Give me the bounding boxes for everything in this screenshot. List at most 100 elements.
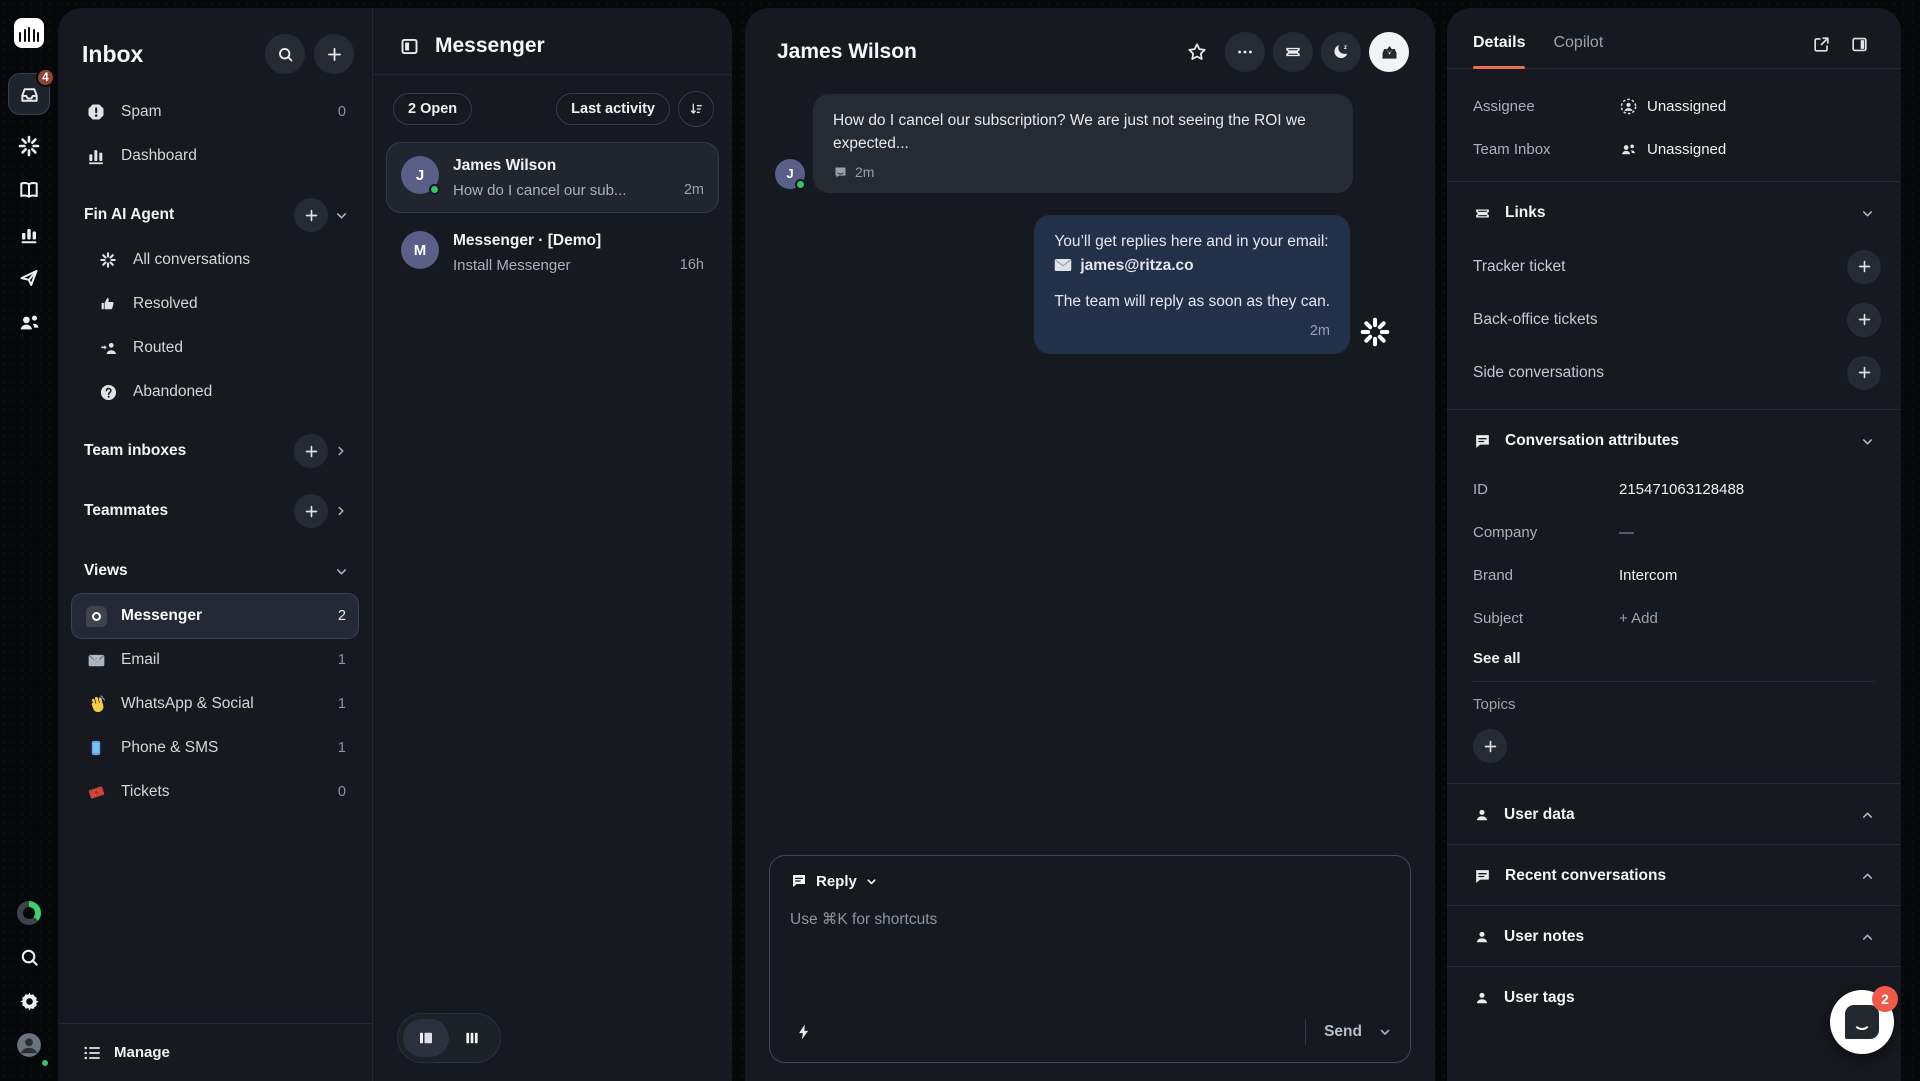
- add-subject-button[interactable]: + Add: [1619, 610, 1658, 627]
- open-filter-pill[interactable]: 2 Open: [393, 93, 472, 125]
- close-conversation-button[interactable]: [1369, 32, 1409, 72]
- shortcuts-lightning-button[interactable]: [788, 1016, 820, 1048]
- layout-split-option[interactable]: [403, 1019, 449, 1057]
- avatar: J: [401, 156, 439, 194]
- link-label: Back-office tickets: [1473, 311, 1841, 329]
- envelope-icon: [1054, 258, 1072, 272]
- plus-icon: [325, 45, 344, 64]
- rail-settings-button[interactable]: [9, 979, 49, 1023]
- sidebar-item-dashboard[interactable]: Dashboard: [72, 134, 358, 178]
- reply-composer[interactable]: Reply Use ⌘K for shortcuts Send: [769, 855, 1411, 1063]
- create-ticket-button[interactable]: [1273, 32, 1313, 72]
- sort-filter-pill[interactable]: Last activity: [556, 93, 670, 125]
- attribute-row-subject[interactable]: Subject + Add: [1447, 597, 1901, 640]
- user-data-section[interactable]: User data: [1447, 788, 1901, 842]
- conversation-row-messenger-demo[interactable]: M Messenger · [Demo] Install Messenger 1…: [387, 218, 718, 287]
- chevron-right-icon[interactable]: [328, 434, 354, 468]
- layout-columns-option[interactable]: [449, 1019, 495, 1057]
- rail-search-button[interactable]: [9, 935, 49, 979]
- section-title: Views: [84, 562, 328, 580]
- reply-bubble-icon: [790, 872, 808, 890]
- chevron-down-icon[interactable]: [1860, 206, 1875, 221]
- sidebar-search-button[interactable]: [265, 34, 305, 74]
- sidebar-view-tickets[interactable]: Tickets 0: [72, 770, 358, 814]
- chevron-down-icon[interactable]: [328, 198, 354, 232]
- sort-order-button[interactable]: [678, 91, 714, 127]
- svg-text:z: z: [1344, 44, 1347, 51]
- sidebar-view-messenger[interactable]: Messenger 2: [72, 594, 358, 638]
- reply-mode-label: Reply: [816, 873, 857, 890]
- sidebar-item-all-conversations[interactable]: All conversations: [72, 238, 358, 282]
- sidebar-item-spam[interactable]: Spam 0: [72, 90, 358, 134]
- sidebar-view-email[interactable]: E Email 1: [72, 638, 358, 682]
- field-value: Intercom: [1619, 567, 1677, 584]
- user-email: james@ritza.co: [1080, 254, 1193, 277]
- section-title: Recent conversations: [1505, 867, 1860, 885]
- reply-mode-selector[interactable]: Reply: [790, 872, 1390, 890]
- rail-inbox-button[interactable]: 4: [9, 74, 49, 114]
- contacts-people-icon: [17, 310, 42, 335]
- fin-add-button[interactable]: [294, 198, 328, 232]
- assignee-row[interactable]: Assignee Unassigned: [1447, 85, 1901, 128]
- rail-profile-button[interactable]: [9, 1023, 49, 1067]
- sidebar-new-button[interactable]: [314, 34, 354, 74]
- open-in-new-button[interactable]: [1805, 28, 1837, 60]
- message-text: You’ll get replies here and in your emai…: [1054, 230, 1330, 253]
- chevron-right-icon[interactable]: [328, 494, 354, 528]
- chevron-up-icon[interactable]: [1860, 930, 1875, 945]
- rail-outbound-button[interactable]: [9, 256, 49, 300]
- add-back-office-ticket-button[interactable]: [1847, 303, 1881, 337]
- conversation-row-james-wilson[interactable]: J James Wilson How do I cancel our sub..…: [387, 143, 718, 212]
- team-inboxes-add-button[interactable]: [294, 434, 328, 468]
- messenger-launcher-button[interactable]: 2: [1830, 990, 1894, 1054]
- conversation-preview: How do I cancel our sub...: [453, 182, 674, 199]
- intercom-logo-icon[interactable]: [14, 18, 44, 48]
- rail-fin-button[interactable]: [9, 124, 49, 168]
- sidebar-item-count: 0: [338, 104, 346, 120]
- tab-details[interactable]: Details: [1473, 28, 1525, 68]
- chevron-down-icon[interactable]: [1860, 434, 1875, 449]
- tab-copilot[interactable]: Copilot: [1553, 28, 1603, 68]
- more-options-button[interactable]: [1225, 32, 1265, 72]
- rail-usage-button[interactable]: [9, 891, 49, 935]
- links-ticket-icon: [1473, 204, 1492, 223]
- email-envelope-icon: E: [84, 650, 108, 671]
- sidebar-item-routed[interactable]: Routed: [72, 326, 358, 370]
- sidebar-view-whatsapp-social[interactable]: WhatsApp & Social 1: [72, 682, 358, 726]
- composer-input[interactable]: Use ⌘K for shortcuts: [790, 910, 1390, 929]
- user-message-bubble: How do I cancel our subscription? We are…: [813, 94, 1353, 193]
- thumbs-up-icon: [96, 295, 120, 313]
- conversation-bubble-icon: [1473, 867, 1492, 886]
- rail-contacts-button[interactable]: [9, 300, 49, 344]
- rail-reports-button[interactable]: [9, 212, 49, 256]
- chevron-up-icon[interactable]: [1860, 869, 1875, 884]
- conversation-attributes-header[interactable]: Conversation attributes: [1447, 414, 1901, 468]
- add-tracker-ticket-button[interactable]: [1847, 250, 1881, 284]
- links-section-header[interactable]: Links: [1447, 186, 1901, 240]
- person-icon: [1473, 806, 1491, 824]
- add-topic-button[interactable]: [1473, 729, 1507, 763]
- teammates-add-button[interactable]: [294, 494, 328, 528]
- star-button[interactable]: [1177, 32, 1217, 72]
- section-team-inboxes: Team inboxes: [72, 428, 358, 474]
- sidebar-view-phone-sms[interactable]: Phone & SMS 1: [72, 726, 358, 770]
- sidebar-item-resolved[interactable]: Resolved: [72, 282, 358, 326]
- presence-dot: [429, 184, 440, 195]
- collapse-panel-icon[interactable]: [397, 34, 421, 58]
- side-panel-toggle-button[interactable]: [1843, 28, 1875, 60]
- see-all-link[interactable]: See all: [1447, 640, 1901, 681]
- send-options-button[interactable]: [1378, 1025, 1392, 1039]
- tracker-ticket-row: Tracker ticket: [1447, 240, 1901, 293]
- snooze-button[interactable]: z: [1321, 32, 1361, 72]
- recent-conversations-section[interactable]: Recent conversations: [1447, 849, 1901, 903]
- avatar: M: [401, 231, 439, 269]
- rail-knowledge-button[interactable]: [9, 168, 49, 212]
- send-button[interactable]: Send: [1324, 1023, 1362, 1041]
- user-notes-section[interactable]: User notes: [1447, 910, 1901, 964]
- team-inbox-row[interactable]: Team Inbox Unassigned: [1447, 128, 1901, 171]
- chevron-down-icon[interactable]: [328, 554, 354, 588]
- add-side-conversation-button[interactable]: [1847, 356, 1881, 390]
- manage-button[interactable]: Manage: [58, 1023, 372, 1081]
- chevron-up-icon[interactable]: [1860, 808, 1875, 823]
- sidebar-item-abandoned[interactable]: Abandoned: [72, 370, 358, 414]
